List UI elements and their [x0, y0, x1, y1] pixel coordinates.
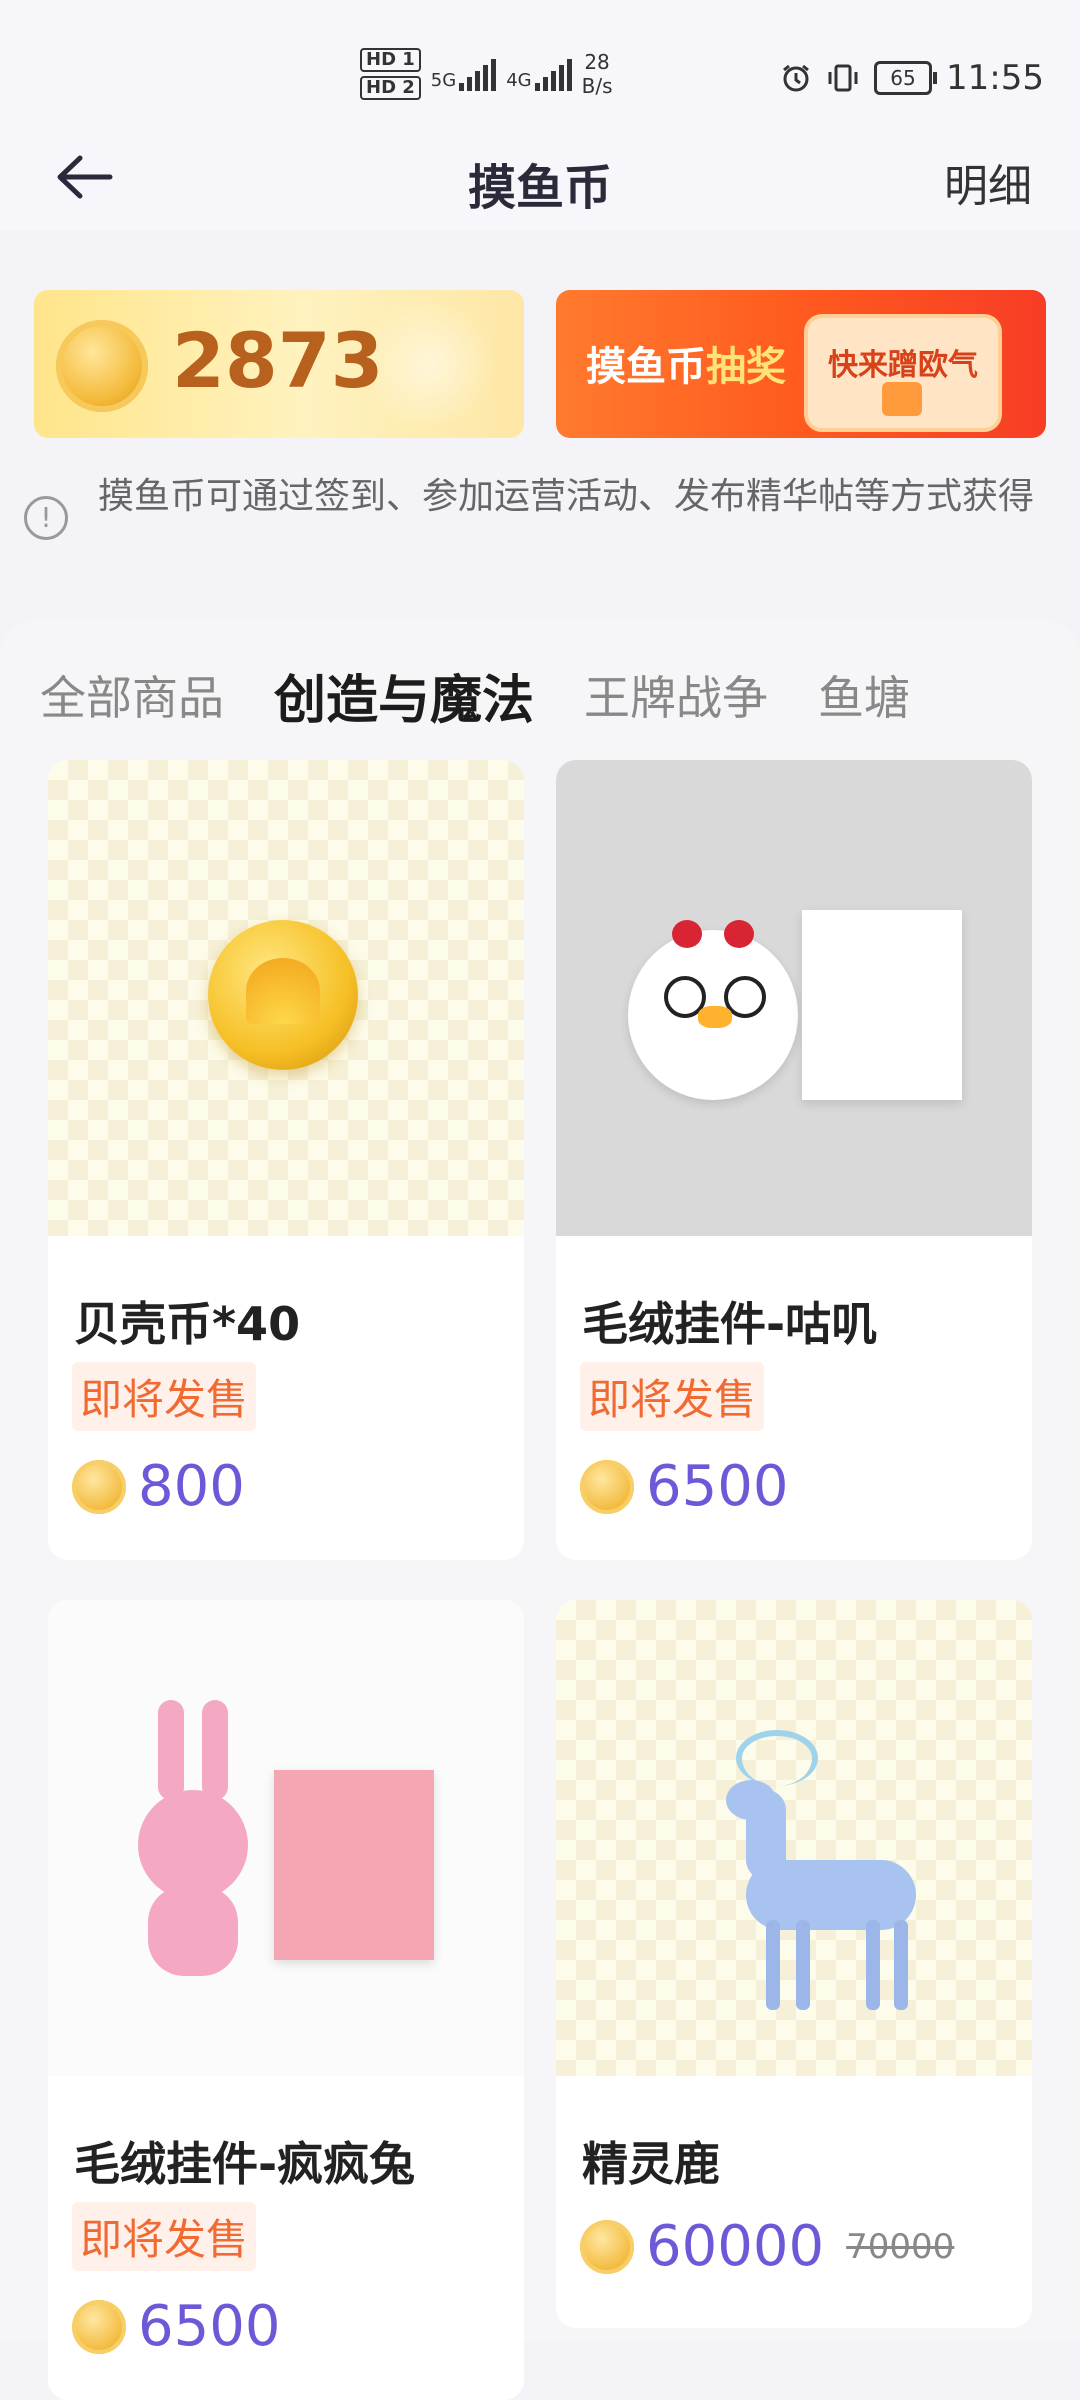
shell-coin-icon	[208, 920, 358, 1070]
status-badge: 即将发售	[580, 1362, 765, 1431]
signal-bars-icon	[459, 57, 497, 91]
fish-coin-icon	[72, 2299, 126, 2354]
speed-value: 28	[584, 50, 610, 74]
product-card[interactable]: 精灵鹿 60000 70000	[556, 1600, 1032, 2328]
product-box-icon	[274, 1770, 434, 1960]
product-name: 毛绒挂件-疯疯兔	[74, 2137, 416, 2191]
category-tabs: 全部商品 创造与魔法 王牌战争 鱼塘	[40, 650, 910, 771]
products-panel: 全部商品 创造与魔法 王牌战争 鱼塘 贝壳币*40 即将发售 800 毛绒挂件-…	[0, 620, 1080, 2400]
info-text: 摸鱼币可通过签到、参加运营活动、发布精华帖等方式获得	[98, 476, 1035, 517]
page-title: 摸鱼币	[467, 160, 612, 216]
product-price: 60000	[646, 2214, 825, 2279]
product-image	[48, 1600, 524, 2076]
app-header: 摸鱼币 明细	[0, 120, 1080, 230]
tab-creation-magic[interactable]: 创造与魔法	[274, 658, 535, 771]
hd-indicators: HD 1 HD 2	[360, 48, 421, 100]
alarm-icon	[783, 64, 809, 92]
status-bar: HD 1 HD 2 5G 4G 28 B/s 65 11:55	[0, 0, 1080, 120]
product-box-icon	[802, 910, 962, 1100]
product-name: 贝壳币*40	[74, 1297, 301, 1351]
signal-5g: 5G	[430, 57, 497, 91]
product-card[interactable]: 贝壳币*40 即将发售 800	[48, 760, 524, 1560]
gift-icon	[882, 382, 922, 416]
product-price: 6500	[646, 1454, 789, 1519]
fish-coin-icon	[580, 2219, 634, 2274]
price-row: 60000 70000	[580, 2214, 954, 2279]
product-card[interactable]: 毛绒挂件-咕叽 即将发售 6500	[556, 760, 1032, 1560]
balance-card: 2873	[34, 290, 524, 438]
signal-4g: 4G	[506, 57, 572, 91]
clock: 11:55	[946, 58, 1044, 98]
tab-creation-magic-label: 创造与魔法	[274, 670, 535, 731]
product-image	[556, 1600, 1032, 2076]
status-badge: 即将发售	[72, 2202, 257, 2271]
lottery-label-a: 摸鱼币	[586, 344, 706, 390]
product-card[interactable]: 毛绒挂件-疯疯兔 即将发售 6500	[48, 1600, 524, 2400]
product-price: 800	[138, 1454, 245, 1519]
info-icon: !	[24, 496, 68, 540]
net2-label: 4G	[506, 70, 532, 91]
product-image	[48, 760, 524, 1236]
product-image	[556, 760, 1032, 1236]
hd2-indicator: HD 2	[360, 76, 421, 100]
tab-ace-war[interactable]: 王牌战争	[584, 662, 768, 728]
detail-link[interactable]: 明细	[944, 150, 1032, 214]
lottery-title: 摸鱼币抽奖	[586, 334, 786, 392]
chick-plush-icon	[628, 920, 798, 1100]
speed-unit: B/s	[581, 74, 613, 98]
tab-fish-pond[interactable]: 鱼塘	[818, 662, 910, 728]
net1-label: 5G	[430, 70, 457, 91]
coin-balance: 2873	[172, 316, 384, 405]
status-badge: 即将发售	[72, 1362, 257, 1431]
product-name: 毛绒挂件-咕叽	[582, 1297, 878, 1351]
vibrate-icon	[828, 64, 858, 92]
original-price: 70000	[846, 2226, 955, 2267]
signal-bars-icon	[534, 57, 572, 91]
lottery-banner[interactable]: 摸鱼币抽奖 快来蹭欧气	[556, 290, 1046, 438]
status-right: 65 11:55	[780, 58, 1044, 98]
network-speed: 28 B/s	[582, 50, 613, 98]
price-row: 6500	[580, 1454, 789, 1519]
fish-coin-icon	[72, 1459, 126, 1514]
lottery-tag-text: 快来蹭欧气	[828, 348, 978, 383]
product-price: 6500	[138, 2294, 281, 2359]
hd1-indicator: HD 1	[360, 48, 421, 72]
lottery-tag: 快来蹭欧气	[804, 314, 1002, 432]
spirit-deer-icon	[726, 1730, 926, 2010]
lottery-label-b: 抽奖	[706, 344, 786, 390]
price-row: 6500	[72, 2294, 281, 2359]
status-left: HD 1 HD 2 5G 4G 28 B/s	[360, 48, 613, 100]
fish-coin-icon	[580, 1459, 634, 1514]
rabbit-plush-icon	[138, 1700, 248, 1976]
price-row: 800	[72, 1454, 245, 1519]
product-name: 精灵鹿	[582, 2137, 720, 2191]
fish-coin-icon	[56, 320, 148, 412]
battery-icon: 65	[874, 61, 938, 95]
tab-all-products[interactable]: 全部商品	[40, 662, 224, 728]
